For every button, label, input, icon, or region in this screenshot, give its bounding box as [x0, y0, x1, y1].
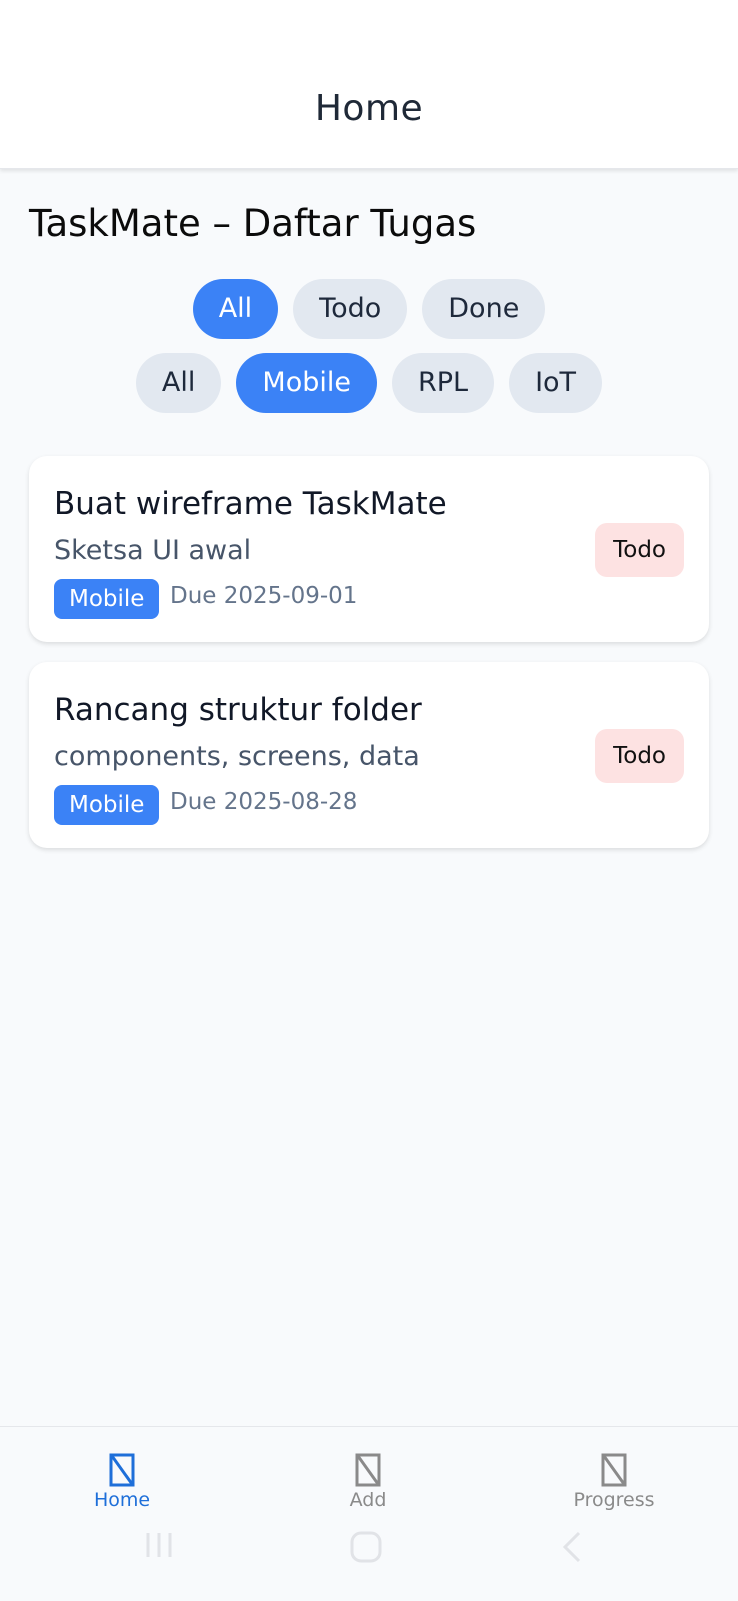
nav-label: Add [349, 1489, 387, 1511]
filter-category-mobile[interactable]: Mobile [236, 353, 377, 413]
task-title: Rancang struktur folder [54, 692, 422, 728]
task-status-badge[interactable]: Todo [595, 729, 684, 783]
home-system-icon[interactable] [349, 1530, 383, 1564]
system-navigation-bar [0, 1530, 738, 1590]
status-filter-row: All Todo Done [0, 279, 738, 339]
filter-status-all[interactable]: All [192, 279, 279, 339]
nav-item-progress[interactable]: Progress [534, 1453, 694, 1511]
task-due-date: Due 2025-08-28 [170, 789, 358, 815]
back-icon[interactable] [560, 1530, 584, 1564]
missing-glyph-icon [355, 1453, 381, 1487]
filter-category-iot[interactable]: IoT [509, 353, 603, 413]
filter-category-rpl[interactable]: RPL [391, 353, 495, 413]
task-status-badge[interactable]: Todo [595, 523, 684, 577]
header-title: Home [314, 88, 424, 129]
recent-apps-icon[interactable] [144, 1530, 176, 1560]
missing-glyph-icon [601, 1453, 627, 1487]
task-description: components, screens, data [54, 741, 420, 772]
task-category-badge: Mobile [54, 579, 160, 619]
nav-item-home[interactable]: Home [42, 1453, 202, 1511]
app-header: Home [0, 0, 738, 169]
task-card[interactable]: Rancang struktur folder components, scre… [29, 662, 709, 848]
task-category-badge: Mobile [54, 785, 160, 825]
filter-status-done[interactable]: Done [422, 279, 546, 339]
nav-label: Progress [573, 1489, 655, 1511]
task-title: Buat wireframe TaskMate [54, 486, 447, 522]
task-description: Sketsa UI awal [54, 535, 252, 566]
task-due-date: Due 2025-09-01 [170, 583, 358, 609]
page-title: TaskMate – Daftar Tugas [29, 202, 477, 245]
filter-status-todo[interactable]: Todo [293, 279, 408, 339]
category-filter-row: All Mobile RPL IoT [0, 353, 738, 413]
nav-item-add[interactable]: Add [288, 1453, 448, 1511]
task-card[interactable]: Buat wireframe TaskMate Sketsa UI awal M… [29, 456, 709, 642]
nav-label: Home [93, 1489, 151, 1511]
missing-glyph-icon [109, 1453, 135, 1487]
filter-category-all[interactable]: All [135, 353, 222, 413]
